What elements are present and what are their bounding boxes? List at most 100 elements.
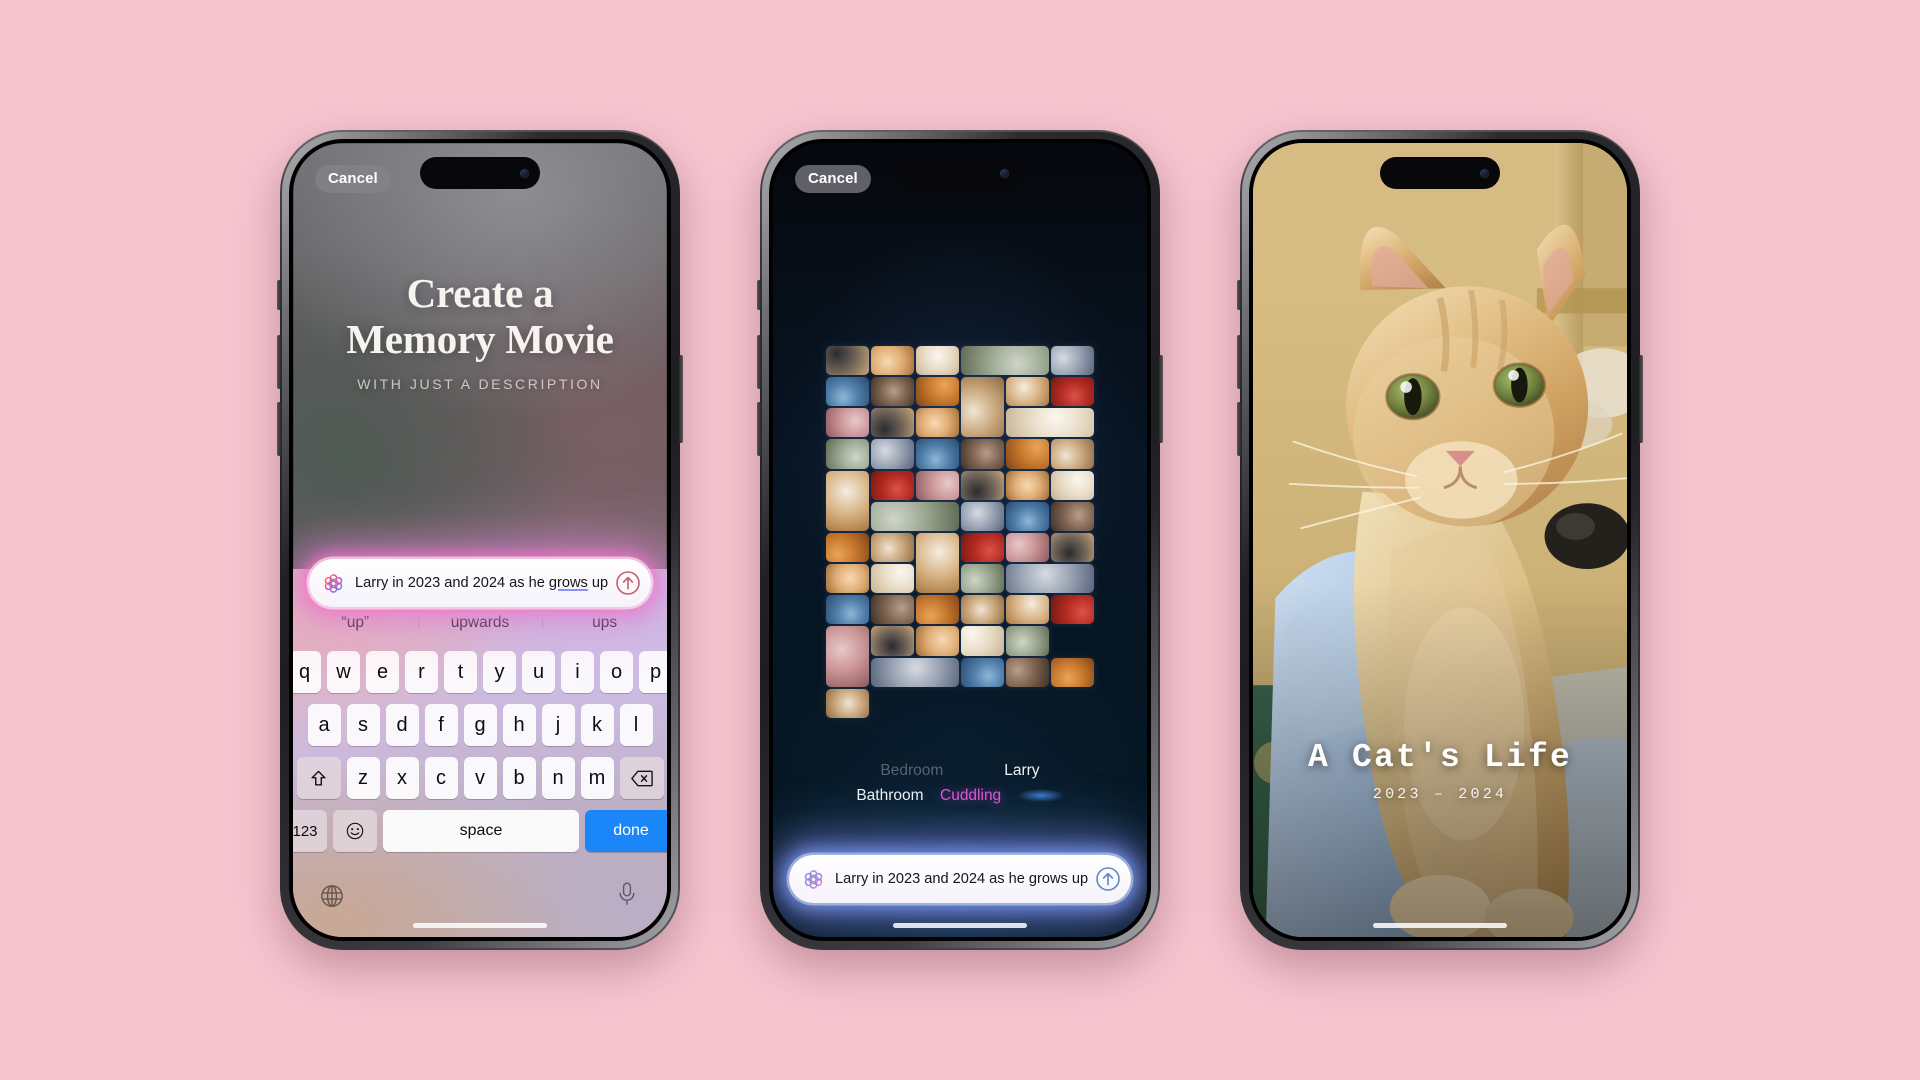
mosaic-photo-tile bbox=[1051, 377, 1094, 407]
mosaic-photo-tile bbox=[826, 346, 869, 376]
label-larry: Larry bbox=[1004, 762, 1040, 779]
key-x[interactable]: x bbox=[385, 757, 419, 799]
power-button[interactable] bbox=[679, 355, 683, 443]
ai-prompt-input-bar[interactable]: Larry in 2023 and 2024 as he grows up bbox=[789, 855, 1131, 903]
phone-1-bezel: Cancel Create a Memory Movie WITH JUST A… bbox=[289, 139, 671, 941]
dynamic-island bbox=[420, 157, 540, 189]
mosaic-photo-tile bbox=[916, 346, 959, 376]
key-c[interactable]: c bbox=[424, 757, 458, 799]
key-g[interactable]: g bbox=[463, 704, 497, 746]
key-p[interactable]: p bbox=[639, 651, 667, 693]
key-z[interactable]: z bbox=[346, 757, 380, 799]
keyboard-rows: q w e r t y u i o p a s d f g h j k l z … bbox=[293, 651, 667, 863]
globe-language-icon[interactable] bbox=[319, 883, 345, 914]
emoji-key[interactable] bbox=[333, 810, 377, 852]
mosaic-photo-tile bbox=[871, 657, 959, 687]
mosaic-photo-tile bbox=[1006, 501, 1049, 531]
numeric-key[interactable]: 123 bbox=[293, 810, 327, 852]
shift-key[interactable] bbox=[296, 757, 341, 799]
autocorrect-suggestion-bar: “up” upwards ups bbox=[293, 605, 667, 641]
subheadline: WITH JUST A DESCRIPTION bbox=[357, 376, 603, 392]
detected-concept-labels: Bedroom Larry Bathroom Cuddling bbox=[773, 759, 1147, 809]
backspace-key[interactable] bbox=[619, 757, 664, 799]
key-i[interactable]: i bbox=[561, 651, 594, 693]
mosaic-photo-tile bbox=[916, 470, 959, 500]
movie-title-block: A Cat's Life 2023 – 2024 bbox=[1253, 739, 1627, 803]
prompt-text-after: up bbox=[587, 575, 609, 591]
key-v[interactable]: v bbox=[463, 757, 497, 799]
label-row-2: Bathroom Cuddling bbox=[773, 784, 1147, 809]
silent-switch[interactable] bbox=[277, 280, 281, 310]
label-glow-blob bbox=[1017, 789, 1064, 803]
key-d[interactable]: d bbox=[385, 704, 419, 746]
suggestion-2[interactable]: ups bbox=[542, 614, 667, 632]
volume-down-button[interactable] bbox=[277, 402, 281, 456]
phone-1-prompt-entry: Cancel Create a Memory Movie WITH JUST A… bbox=[277, 130, 683, 950]
key-f[interactable]: f bbox=[424, 704, 458, 746]
key-q[interactable]: q bbox=[293, 651, 321, 693]
volume-down-button[interactable] bbox=[1237, 402, 1241, 456]
key-n[interactable]: n bbox=[541, 757, 575, 799]
cancel-button[interactable]: Cancel bbox=[315, 165, 391, 193]
prompt-input-text[interactable]: Larry in 2023 and 2024 as he grows up bbox=[346, 575, 615, 591]
key-e[interactable]: e bbox=[366, 651, 399, 693]
prompt-input-text[interactable]: Larry in 2023 and 2024 as he grows up bbox=[826, 871, 1095, 887]
mosaic-photo-tile bbox=[916, 408, 959, 438]
mosaic-photo-tile bbox=[961, 532, 1004, 563]
movie-year-range: 2023 – 2024 bbox=[1372, 786, 1508, 803]
key-h[interactable]: h bbox=[502, 704, 536, 746]
mosaic-photo-tile bbox=[871, 346, 914, 376]
cancel-button[interactable]: Cancel bbox=[795, 165, 871, 193]
key-u[interactable]: u bbox=[522, 651, 555, 693]
phone-2-memory-building: Cancel Bedroom Larry Bathroom Cuddling L… bbox=[757, 130, 1163, 950]
volume-up-button[interactable] bbox=[757, 335, 761, 389]
mosaic-photo-tile bbox=[826, 626, 869, 687]
kitten-photo bbox=[1253, 143, 1627, 937]
key-y[interactable]: y bbox=[483, 651, 516, 693]
space-key[interactable]: space bbox=[383, 810, 579, 852]
mosaic-photo-tile bbox=[1006, 657, 1049, 687]
mosaic-photo-tile bbox=[1006, 377, 1049, 407]
suggestion-1[interactable]: upwards bbox=[417, 614, 543, 632]
kitten-photo-illustration bbox=[1253, 143, 1627, 937]
mosaic-photo-tile bbox=[1051, 501, 1094, 531]
key-j[interactable]: j bbox=[541, 704, 575, 746]
keyboard-row-1: q w e r t y u i o p bbox=[293, 651, 667, 693]
silent-switch[interactable] bbox=[1237, 280, 1241, 310]
volume-up-button[interactable] bbox=[277, 335, 281, 389]
home-indicator[interactable] bbox=[1373, 923, 1507, 928]
done-key[interactable]: done bbox=[585, 810, 667, 852]
key-m[interactable]: m bbox=[580, 757, 614, 799]
key-l[interactable]: l bbox=[619, 704, 653, 746]
mosaic-photo-tile bbox=[871, 501, 959, 531]
microphone-icon[interactable] bbox=[615, 881, 639, 912]
power-button[interactable] bbox=[1639, 355, 1643, 443]
home-indicator[interactable] bbox=[413, 923, 547, 928]
key-o[interactable]: o bbox=[600, 651, 633, 693]
keyboard-row-2: a s d f g h j k l bbox=[297, 704, 663, 746]
silent-switch[interactable] bbox=[757, 280, 761, 310]
label-bathroom: Bathroom bbox=[856, 786, 924, 804]
phone-3-screen: A Cat's Life 2023 – 2024 bbox=[1253, 143, 1627, 937]
volume-up-button[interactable] bbox=[1237, 335, 1241, 389]
suggestion-0[interactable]: “up” bbox=[293, 614, 418, 632]
arrow-up-circle-icon[interactable] bbox=[1095, 866, 1121, 892]
key-s[interactable]: s bbox=[346, 704, 380, 746]
volume-down-button[interactable] bbox=[757, 402, 761, 456]
power-button[interactable] bbox=[1159, 355, 1163, 443]
mosaic-photo-tile bbox=[1006, 626, 1049, 656]
key-r[interactable]: r bbox=[405, 651, 438, 693]
home-indicator[interactable] bbox=[893, 923, 1027, 928]
key-k[interactable]: k bbox=[580, 704, 614, 746]
arrow-up-circle-icon[interactable] bbox=[615, 570, 641, 596]
movie-title: A Cat's Life bbox=[1307, 739, 1573, 776]
key-a[interactable]: a bbox=[307, 704, 341, 746]
key-w[interactable]: w bbox=[327, 651, 360, 693]
front-camera-icon bbox=[1480, 168, 1489, 178]
mosaic-photo-tile bbox=[826, 595, 869, 625]
key-t[interactable]: t bbox=[444, 651, 477, 693]
keyboard-row-3: z x c v b n m bbox=[296, 757, 664, 799]
ai-prompt-input-bar[interactable]: Larry in 2023 and 2024 as he grows up bbox=[309, 559, 651, 607]
mosaic-photo-tile bbox=[1006, 470, 1049, 500]
key-b[interactable]: b bbox=[502, 757, 536, 799]
